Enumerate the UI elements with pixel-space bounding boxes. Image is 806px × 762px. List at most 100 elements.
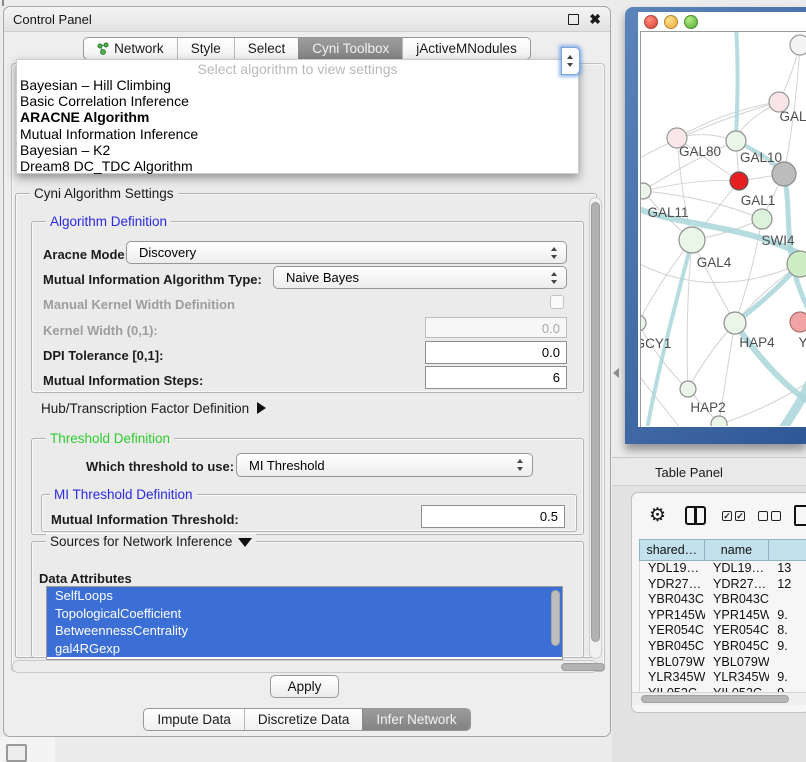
attribute-item-topologicalcoefficient[interactable]: TopologicalCoefficient bbox=[47, 605, 562, 623]
table-row[interactable]: YDL19…YDL19…13 bbox=[640, 561, 806, 577]
table-cell: YLR345W bbox=[705, 670, 769, 686]
network-node[interactable] bbox=[641, 315, 646, 331]
sources-group-toggle[interactable]: Sources for Network Inference bbox=[46, 534, 256, 549]
tab-jactivemnodules[interactable]: jActiveMNodules bbox=[402, 38, 530, 59]
data-attributes-label: Data Attributes bbox=[39, 571, 132, 586]
table-row[interactable]: YBR045CYBR045C9. bbox=[640, 639, 806, 655]
close-window-icon[interactable] bbox=[644, 15, 658, 29]
node-label-gal4: GAL4 bbox=[697, 255, 732, 270]
table-cell: 12 bbox=[769, 577, 806, 593]
mi-steps-field[interactable]: 6 bbox=[425, 366, 567, 389]
bottom-left-mini-button[interactable] bbox=[6, 744, 27, 762]
algorithm-placeholder: Select algorithm to view settings bbox=[17, 61, 578, 77]
network-node[interactable] bbox=[679, 227, 705, 253]
table-row[interactable]: YDR27…YDR27…12 bbox=[640, 577, 806, 593]
network-edge[interactable] bbox=[688, 323, 735, 389]
list-scrollbar[interactable] bbox=[551, 590, 560, 646]
mi-steps-label: Mutual Information Steps: bbox=[43, 373, 203, 388]
table-cell: 9. bbox=[769, 639, 806, 655]
algorithm-option-aracne-algorithm[interactable]: ARACNE Algorithm bbox=[17, 109, 578, 125]
network-node[interactable] bbox=[641, 183, 651, 199]
tab-select[interactable]: Select bbox=[234, 38, 299, 59]
table-cell: YDL19… bbox=[705, 561, 769, 577]
network-node[interactable] bbox=[726, 131, 746, 151]
zoom-window-icon[interactable] bbox=[684, 15, 698, 29]
algorithm-option-mutual-information-inference[interactable]: Mutual Information Inference bbox=[17, 126, 578, 142]
tab-style[interactable]: Style bbox=[177, 38, 234, 59]
table-row[interactable]: YBR043CYBR043C bbox=[640, 592, 806, 608]
network-node[interactable] bbox=[711, 416, 727, 426]
screen-corner-mark bbox=[2, 0, 4, 6]
close-icon[interactable]: ✖ bbox=[589, 11, 601, 28]
network-icon bbox=[97, 42, 109, 55]
table-horizontal-scrollbar[interactable] bbox=[632, 692, 806, 705]
aracne-mode-value: Discovery bbox=[139, 245, 196, 260]
column-header-cut[interactable] bbox=[769, 539, 806, 561]
table-row[interactable]: YLR345WYLR345W9. bbox=[640, 670, 806, 686]
network-edge-thick[interactable] bbox=[647, 240, 692, 426]
algorithm-option-bayesian-hill-climbing[interactable]: Bayesian – Hill Climbing bbox=[17, 77, 578, 93]
panel-splitter-collapse-icon[interactable] bbox=[613, 368, 619, 378]
algorithm-definition-title: Algorithm Definition bbox=[46, 214, 171, 229]
tab-network[interactable]: Network bbox=[84, 38, 177, 59]
deselect-all-icon[interactable] bbox=[758, 511, 781, 521]
network-node[interactable] bbox=[680, 381, 696, 397]
attribute-item-betweennesscentrality[interactable]: BetweennessCentrality bbox=[47, 622, 562, 640]
which-threshold-select[interactable]: MI Threshold bbox=[236, 453, 533, 477]
column-header-name[interactable]: name bbox=[705, 539, 770, 561]
table-cell: YLR345W bbox=[640, 670, 705, 686]
kernel-width-field[interactable]: 0.0 bbox=[425, 317, 567, 338]
node-table: shared…name YDL19…YDL19…13YDR27…YDR27…12… bbox=[639, 539, 806, 692]
settings-horizontal-scrollbar[interactable] bbox=[12, 660, 598, 673]
table-horizontal-thumb[interactable] bbox=[641, 695, 789, 703]
network-edge-thick[interactable] bbox=[736, 32, 738, 137]
apply-button[interactable]: Apply bbox=[270, 675, 339, 698]
settings-scrollbar-thumb[interactable] bbox=[591, 202, 600, 642]
network-view-window: GALGAL80GAL10GAL1GAL11SWI4GAL4GCY1HAP4YH… bbox=[625, 7, 806, 444]
network-node[interactable] bbox=[790, 35, 806, 55]
network-node[interactable] bbox=[772, 162, 796, 186]
network-edge[interactable] bbox=[641, 240, 692, 323]
data-attributes-list[interactable]: SelfLoopsTopologicalCoefficientBetweenne… bbox=[46, 586, 563, 660]
hub-definition-toggle[interactable]: Hub/Transcription Factor Definition bbox=[41, 401, 266, 416]
table-cell: YDR27… bbox=[640, 577, 705, 593]
network-node[interactable] bbox=[790, 312, 806, 332]
node-label-gal10: GAL10 bbox=[740, 150, 782, 165]
minimize-window-icon[interactable] bbox=[664, 15, 678, 29]
node-label-y: Y bbox=[798, 335, 806, 350]
tab-infer-network[interactable]: Infer Network bbox=[362, 709, 469, 730]
algorithm-option-bayesian-k2[interactable]: Bayesian – K2 bbox=[17, 142, 578, 158]
network-canvas[interactable]: GALGAL80GAL10GAL1GAL11SWI4GAL4GCY1HAP4YH… bbox=[640, 31, 806, 427]
new-table-icon[interactable] bbox=[794, 505, 806, 526]
inference-algorithm-combobox-fragment[interactable] bbox=[561, 47, 580, 75]
settings-horizontal-thumb[interactable] bbox=[561, 663, 605, 671]
column-header-shared[interactable]: shared… bbox=[639, 539, 705, 561]
algorithm-option-basic-correlation-inference[interactable]: Basic Correlation Inference bbox=[17, 93, 578, 109]
table-row[interactable]: YBL079WYBL079W bbox=[640, 655, 806, 671]
float-window-icon[interactable] bbox=[568, 14, 579, 25]
tab-label: jActiveMNodules bbox=[416, 41, 517, 56]
algorithm-option-dream8-dc-tdc-algorithm[interactable]: Dream8 DC_TDC Algorithm bbox=[17, 158, 578, 174]
table-cell bbox=[769, 592, 806, 608]
aracne-mode-select[interactable]: Discovery bbox=[126, 241, 567, 264]
tab-cyni-toolbox[interactable]: Cyni Toolbox bbox=[298, 38, 402, 59]
select-all-icon[interactable]: ✓✓ bbox=[722, 511, 745, 521]
attribute-item-gal4rgexp[interactable]: gal4RGexp bbox=[47, 640, 562, 658]
mi-threshold-field[interactable]: 0.5 bbox=[421, 505, 565, 528]
tab-label: Network bbox=[114, 41, 164, 56]
network-node[interactable] bbox=[730, 172, 748, 190]
dpi-tolerance-field[interactable]: 0.0 bbox=[425, 341, 567, 364]
gear-icon[interactable]: ⚙ bbox=[649, 504, 666, 527]
table-row[interactable]: YER054CYER054C8. bbox=[640, 623, 806, 639]
split-columns-icon[interactable] bbox=[685, 506, 706, 525]
tab-impute-data[interactable]: Impute Data bbox=[144, 709, 244, 730]
table-row[interactable]: YPR145WYPR145W9. bbox=[640, 608, 806, 624]
network-node[interactable] bbox=[724, 312, 746, 334]
tab-discretize-data[interactable]: Discretize Data bbox=[244, 709, 363, 730]
mi-algorithm-type-select[interactable]: Naive Bayes bbox=[273, 266, 567, 289]
attribute-item-selfloops[interactable]: SelfLoops bbox=[47, 587, 562, 605]
manual-kernel-checkbox[interactable] bbox=[550, 295, 564, 309]
network-node[interactable] bbox=[752, 209, 772, 229]
settings-scrollbar[interactable] bbox=[589, 197, 602, 659]
table-cell: YBR043C bbox=[640, 592, 705, 608]
